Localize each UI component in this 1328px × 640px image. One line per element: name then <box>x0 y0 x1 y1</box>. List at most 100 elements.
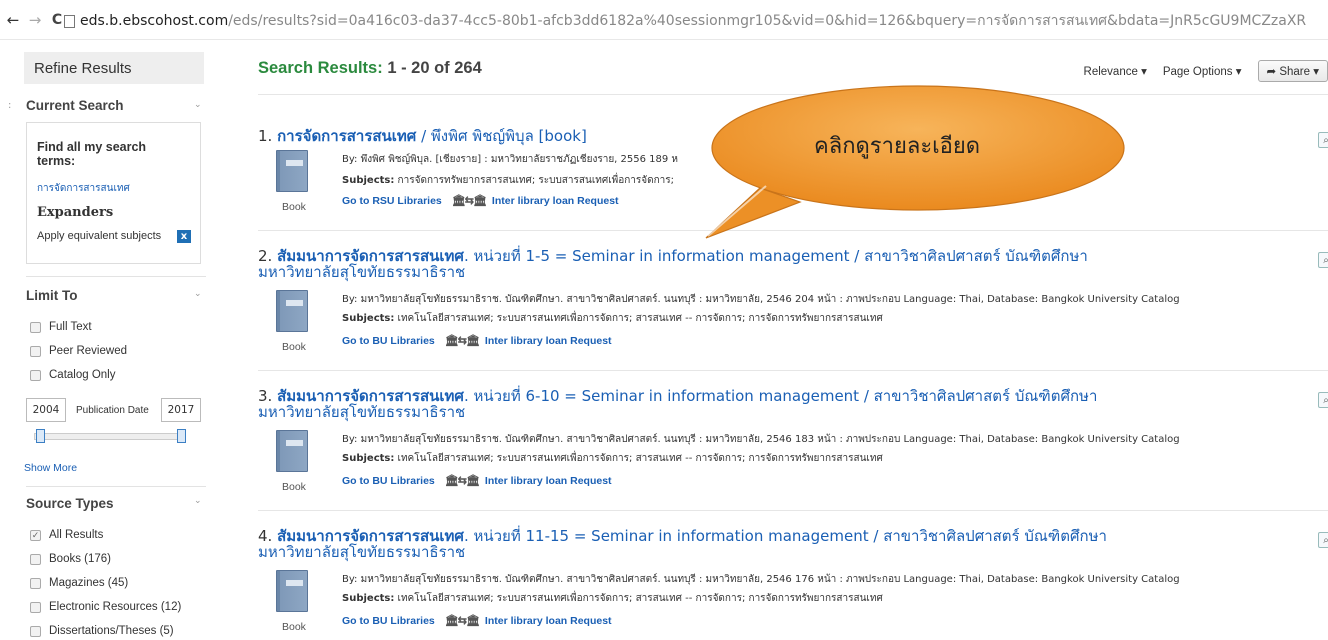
share-icon: ➦ <box>1266 66 1280 78</box>
publication-date-label: Publication Date <box>76 405 149 416</box>
library-icon: 🏛⇆🏛 <box>444 335 480 347</box>
find-all-label: Find all my search terms: <box>37 140 147 168</box>
source-books[interactable]: Books (176) <box>30 553 111 565</box>
result-byline: By: มหาวิทยาลัยสุโขทัยธรรมาธิราช. บัณฑิต… <box>342 574 1180 585</box>
go-to-library-link[interactable]: Go to BU Libraries <box>342 615 435 627</box>
forward-arrow-icon[interactable]: → <box>26 11 44 29</box>
inter-library-loan-link[interactable]: Inter library loan Request <box>485 475 612 487</box>
go-to-library-link[interactable]: Go to RSU Libraries <box>342 195 442 207</box>
library-icon: 🏛⇆🏛 <box>444 615 480 627</box>
result-byline: By: มหาวิทยาลัยสุโขทัยธรรมาธิราช. บัณฑิต… <box>342 434 1180 445</box>
book-type-label: Book <box>282 201 306 213</box>
page-icon <box>64 14 75 28</box>
source-dissertations[interactable]: Dissertations/Theses (5) <box>30 625 174 637</box>
chevron-down-icon[interactable]: ⌄ <box>194 100 202 110</box>
divider <box>258 510 1328 511</box>
limit-catalog-only[interactable]: Catalog Only <box>30 369 115 381</box>
result-tools: ⌕ + <box>1310 132 1328 148</box>
book-icon[interactable] <box>276 570 308 612</box>
source-electronic-resources[interactable]: Electronic Resources (12) <box>30 601 181 613</box>
checkbox[interactable] <box>30 625 41 637</box>
date-from-input[interactable]: 2004 <box>26 398 66 422</box>
date-slider-handle-right[interactable] <box>177 429 186 443</box>
result-title[interactable]: 1. การจัดการสารสนเทศ / พึงพิศ พิชญ์พิบุล… <box>258 128 1218 144</box>
limit-to-title[interactable]: Limit To <box>26 288 78 303</box>
book-icon[interactable] <box>276 290 308 332</box>
result-links: Go to BU Libraries 🏛⇆🏛 Inter library loa… <box>342 474 612 488</box>
page-options-dropdown[interactable]: Page Options ▾ <box>1163 64 1242 78</box>
checkbox[interactable] <box>30 577 41 589</box>
result-byline: By: มหาวิทยาลัยสุโขทัยธรรมาธิราช. บัณฑิต… <box>342 294 1180 305</box>
result-byline: By: พึงพิศ พิชญ์พิบุล. [เชียงราย] : มหาว… <box>342 154 679 165</box>
refine-sidebar: : Refine Results Current Search ⌄ Find a… <box>0 40 212 640</box>
library-icon: 🏛⇆🏛 <box>444 475 480 487</box>
result-tools: ⌕ + <box>1310 252 1328 268</box>
expanders-label: Expanders <box>37 205 114 220</box>
results-panel: Search Results: 1 - 20 of 264 Relevance … <box>212 40 1328 640</box>
source-all-results[interactable]: ✓ All Results <box>30 529 103 541</box>
result-controls: Relevance ▾ Page Options ▾ ➦ Share ▾ <box>1084 60 1328 82</box>
limit-peer-reviewed[interactable]: Peer Reviewed <box>30 345 127 357</box>
go-to-library-link[interactable]: Go to BU Libraries <box>342 475 435 487</box>
result-subjects: Subjects: เทคโนโลยีสารสนเทศ; ระบบสารสนเท… <box>342 593 883 604</box>
divider <box>258 230 1328 231</box>
divider <box>258 370 1328 371</box>
checkbox[interactable] <box>30 321 41 333</box>
chevron-down-icon[interactable]: ⌄ <box>194 496 202 506</box>
library-icon: 🏛⇆🏛 <box>451 195 487 207</box>
refine-results-header: Refine Results <box>24 52 204 84</box>
remove-expander-button[interactable]: x <box>177 230 191 243</box>
result-links: Go to BU Libraries 🏛⇆🏛 Inter library loa… <box>342 614 612 628</box>
book-icon[interactable] <box>276 150 308 192</box>
browser-toolbar: ← → C eds.b.ebscohost.com/eds/results?si… <box>0 0 1328 40</box>
results-label: Search Results: <box>258 59 383 77</box>
checkbox[interactable] <box>30 553 41 565</box>
results-heading: Search Results: 1 - 20 of 264 <box>258 59 482 78</box>
book-type-label: Book <box>282 481 306 493</box>
checkbox[interactable] <box>30 601 41 613</box>
chevron-down-icon[interactable]: ⌄ <box>194 289 202 299</box>
date-to-input[interactable]: 2017 <box>161 398 201 422</box>
relevance-dropdown[interactable]: Relevance ▾ <box>1084 64 1147 78</box>
result-title[interactable]: 2. สัมมนาการจัดการสารสนเทศ. หน่วยที่ 1-5… <box>258 248 1218 280</box>
book-icon[interactable] <box>276 430 308 472</box>
current-search-title[interactable]: Current Search <box>26 98 124 113</box>
inter-library-loan-link[interactable]: Inter library loan Request <box>492 195 619 207</box>
result-subjects: Subjects: เทคโนโลยีสารสนเทศ; ระบบสารสนเท… <box>342 313 883 324</box>
divider <box>26 486 206 487</box>
source-types-title[interactable]: Source Types <box>26 496 114 511</box>
result-subjects: Subjects: การจัดการทรัพยากรสารสนเทศ; ระบ… <box>342 175 675 186</box>
go-to-library-link[interactable]: Go to BU Libraries <box>342 335 435 347</box>
book-type-label: Book <box>282 621 306 633</box>
checkbox[interactable] <box>30 369 41 381</box>
show-more-link[interactable]: Show More <box>24 462 77 474</box>
result-tools: ⌕ + <box>1310 532 1328 548</box>
date-slider-track[interactable] <box>34 433 186 440</box>
checkbox[interactable] <box>30 345 41 357</box>
back-arrow-icon[interactable]: ← <box>4 11 22 29</box>
result-links: Go to RSU Libraries 🏛⇆🏛 Inter library lo… <box>342 194 619 208</box>
preview-icon[interactable]: ⌕ <box>1318 392 1328 408</box>
preview-icon[interactable]: ⌕ <box>1318 132 1328 148</box>
results-range: 1 - 20 of 264 <box>387 59 482 77</box>
book-type-label: Book <box>282 341 306 353</box>
collapse-handle[interactable]: : <box>8 100 11 111</box>
limit-full-text[interactable]: Full Text <box>30 321 92 333</box>
current-search-box: Find all my search terms: การจัดการสารสน… <box>26 122 201 264</box>
result-title[interactable]: 4. สัมมนาการจัดการสารสนเทศ. หน่วยที่ 11-… <box>258 528 1218 560</box>
result-tools: ⌕ + <box>1310 392 1328 408</box>
result-title[interactable]: 3. สัมมนาการจัดการสารสนเทศ. หน่วยที่ 6-1… <box>258 388 1218 420</box>
address-bar[interactable]: eds.b.ebscohost.com/eds/results?sid=0a41… <box>64 10 1328 32</box>
preview-icon[interactable]: ⌕ <box>1318 252 1328 268</box>
apply-equivalent-subjects: Apply equivalent subjects <box>37 230 162 242</box>
divider <box>258 94 1328 95</box>
divider <box>26 276 206 277</box>
inter-library-loan-link[interactable]: Inter library loan Request <box>485 615 612 627</box>
share-button[interactable]: ➦ Share ▾ <box>1257 60 1328 82</box>
search-term-link[interactable]: การจัดการสารสนเทศ <box>37 181 130 196</box>
source-magazines[interactable]: Magazines (45) <box>30 577 128 589</box>
preview-icon[interactable]: ⌕ <box>1318 532 1328 548</box>
inter-library-loan-link[interactable]: Inter library loan Request <box>485 335 612 347</box>
checkbox-checked[interactable]: ✓ <box>30 529 41 541</box>
date-slider-handle-left[interactable] <box>36 429 45 443</box>
